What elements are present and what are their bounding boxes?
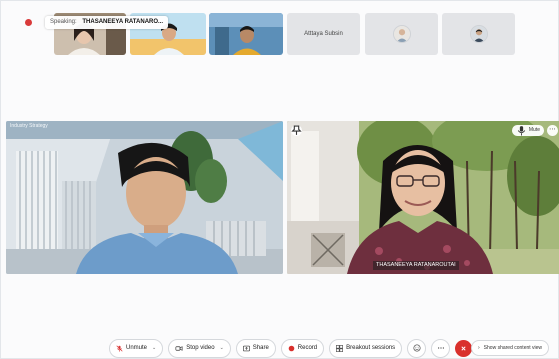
speaking-name: THASANEEYA RATANARO... (82, 19, 164, 25)
breakout-sessions-button[interactable]: Breakout sessions (329, 338, 403, 358)
unmute-label: Unmute (126, 345, 148, 351)
speaker-video-icon (6, 121, 283, 274)
emoji-icon (413, 344, 421, 352)
show-shared-content-button[interactable]: › Show shared content view (471, 340, 550, 356)
microphone-muted-icon (116, 344, 123, 352)
leave-meeting-button[interactable] (455, 339, 473, 357)
share-screen-icon (242, 345, 250, 351)
participant-thumbnail[interactable] (209, 13, 283, 55)
participant-thumbnail[interactable] (442, 13, 515, 55)
recording-indicator-icon (25, 19, 32, 26)
pin-glyph-icon (291, 125, 302, 135)
more-dots-icon (437, 347, 444, 349)
speaking-indicator: Speaking: THASANEEYA RATANARO... (45, 16, 169, 29)
chevron-down-icon[interactable]: ⌄ (152, 345, 156, 351)
avatar-photo-icon (393, 26, 410, 42)
avatar (469, 25, 488, 43)
share-label: Share (252, 345, 269, 351)
reactions-button[interactable] (407, 338, 427, 358)
record-label: Record (297, 345, 318, 351)
more-button[interactable] (431, 338, 451, 358)
stop-video-label: Stop video (186, 345, 215, 351)
participant-thumbnail[interactable]: Atttaya Subsin (287, 13, 360, 55)
tile-caption: Industry Strategy (10, 123, 48, 129)
share-button[interactable]: Share (235, 338, 276, 358)
video-tile-left[interactable]: Industry Strategy (6, 121, 283, 274)
avatar (392, 25, 411, 43)
participant-name-label: THASANEEYA RATANAROUTAI (373, 261, 459, 270)
record-icon (288, 345, 295, 351)
chevron-down-icon[interactable]: ⌄ (220, 345, 224, 351)
microphone-icon (517, 126, 526, 136)
speaker-video-icon (287, 121, 559, 274)
chevron-right-icon: › (478, 345, 480, 351)
unmute-button[interactable]: Unmute ⌄ (109, 338, 164, 358)
breakout-label: Breakout sessions (346, 345, 396, 351)
mute-participant-button[interactable]: Mute (511, 125, 544, 136)
close-icon (461, 345, 466, 351)
participant-thumbnail[interactable] (365, 13, 438, 55)
mute-label: Mute (528, 127, 540, 133)
speaking-label: Speaking: (50, 19, 77, 25)
meeting-window: Speaking: THASANEEYA RATANARO... Atttaya… (0, 0, 559, 359)
participant-name: Atttaya Subsin (304, 31, 343, 37)
avatar-photo-icon (470, 26, 487, 42)
record-button[interactable]: Record (280, 338, 325, 358)
breakout-grid-icon (336, 344, 344, 352)
participant-video-icon (209, 13, 283, 55)
video-tile-right[interactable]: Mute ⋯ THASANEEYA RATANAROUTAI (287, 121, 559, 274)
pin-icon[interactable] (291, 125, 302, 136)
more-options-button[interactable]: ⋯ (547, 125, 558, 136)
video-camera-icon (175, 345, 183, 351)
meeting-toolbar: Unmute ⌄ Stop video ⌄ Share Record Break… (109, 338, 473, 358)
shared-view-label: Show shared content view (483, 345, 543, 351)
stop-video-button[interactable]: Stop video ⌄ (168, 338, 231, 358)
